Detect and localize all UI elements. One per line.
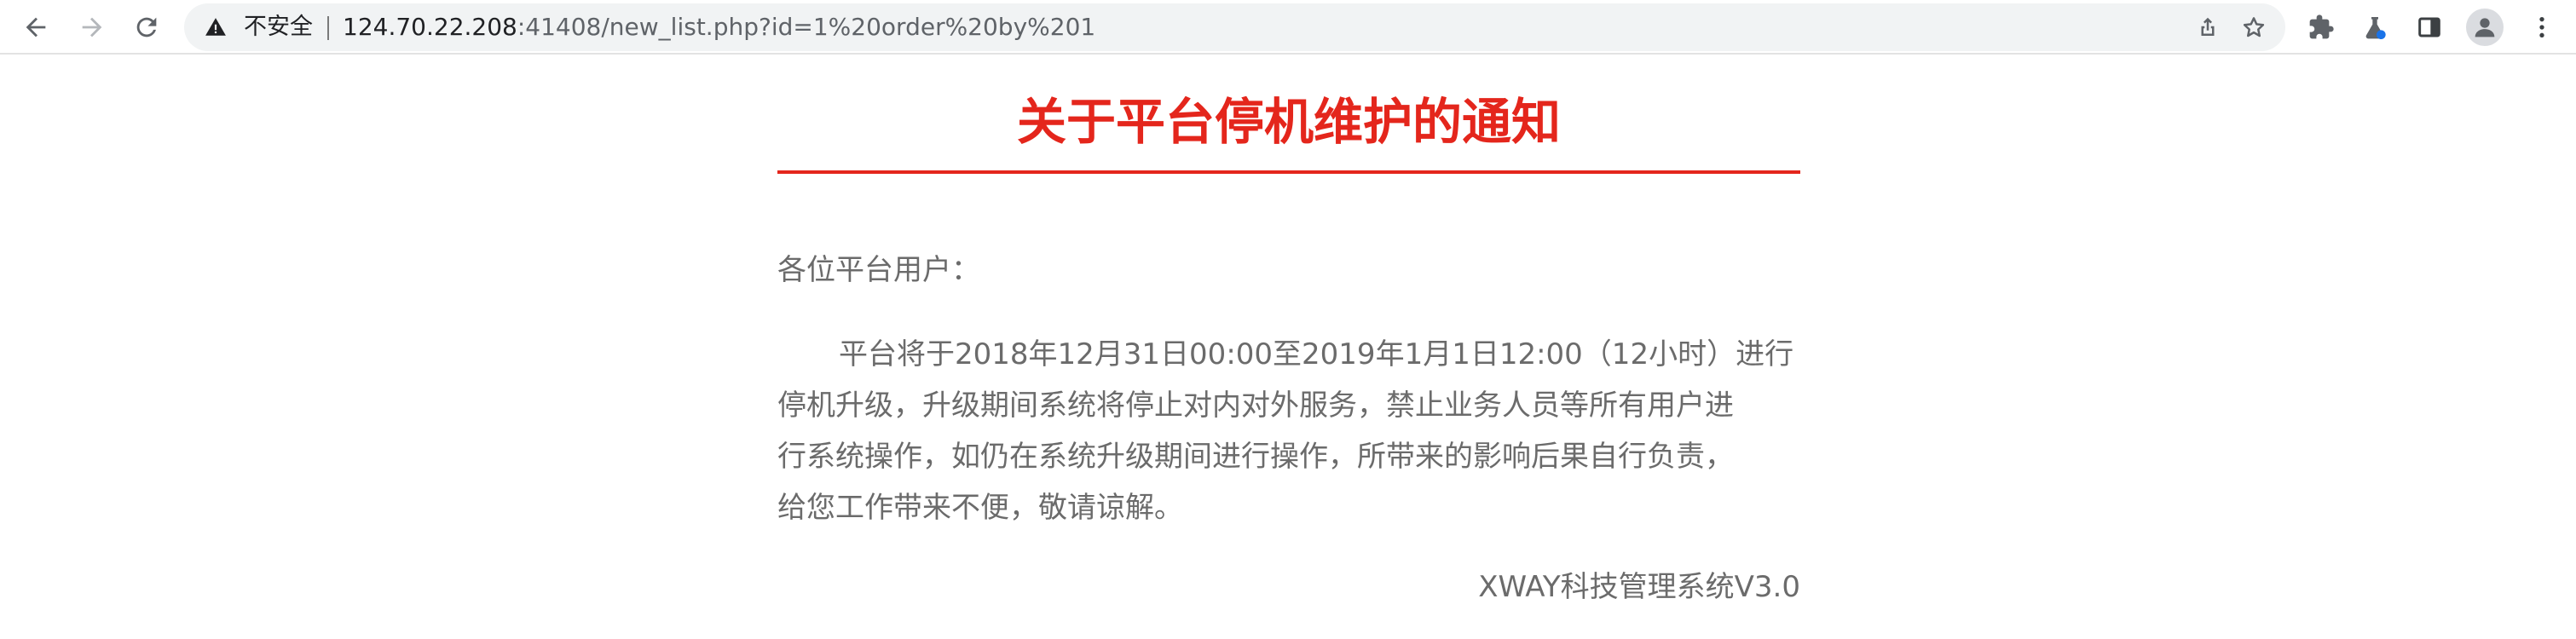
flask-icon bbox=[2365, 17, 2386, 39]
reload-button[interactable] bbox=[126, 7, 167, 48]
address-bar[interactable]: 不安全 124.70.22.208:41408/new_list.php?id=… bbox=[184, 3, 2285, 51]
reload-icon bbox=[136, 17, 157, 37]
warning-triangle-icon[interactable] bbox=[205, 16, 227, 38]
share-button[interactable] bbox=[2192, 12, 2223, 43]
notice-body-line: 给您工作带来不便，敬请谅解。 bbox=[777, 491, 1183, 525]
browser-menu-button[interactable] bbox=[2523, 9, 2561, 46]
title-divider bbox=[777, 170, 1800, 174]
back-button[interactable] bbox=[15, 7, 56, 48]
avatar-icon bbox=[2475, 18, 2495, 37]
bookmark-button[interactable] bbox=[2238, 12, 2269, 43]
side-panel-button[interactable] bbox=[2411, 9, 2448, 46]
share-icon bbox=[2201, 17, 2215, 36]
puzzle-icon bbox=[2309, 14, 2334, 39]
forward-button[interactable] bbox=[72, 7, 113, 48]
side-panel-icon bbox=[2418, 17, 2440, 37]
profile-button[interactable] bbox=[2466, 9, 2504, 46]
back-arrow-icon bbox=[26, 17, 46, 37]
page-title: 关于平台停机维护的通知 bbox=[1016, 93, 1561, 151]
notice-body-line: 行系统操作，如仍在系统升级期间进行操作，所带来的影响后果自行负责， bbox=[777, 440, 1734, 474]
url-host: 124.70.22.208 bbox=[343, 13, 517, 41]
browser-toolbar: 不安全 124.70.22.208:41408/new_list.php?id=… bbox=[0, 0, 2576, 55]
labs-button[interactable] bbox=[2356, 9, 2394, 46]
greeting-text: 各位平台用户： bbox=[777, 253, 980, 287]
kebab-menu-icon bbox=[2539, 17, 2544, 37]
url-text[interactable]: 124.70.22.208:41408/new_list.php?id=1%20… bbox=[343, 3, 1095, 51]
star-icon bbox=[2243, 17, 2265, 37]
address-divider bbox=[327, 16, 329, 40]
notice-body-line: 停机升级，升级期间系统将停止对内对外服务，禁止业务人员等所有用户进 bbox=[777, 389, 1734, 423]
signature-text: XWAY科技管理系统V3.0 bbox=[1478, 570, 1800, 604]
notice-body: 平台将于2018年12月31日00:00至2019年1月1日12:00（12小时… bbox=[777, 329, 1800, 533]
security-status-label[interactable]: 不安全 bbox=[244, 3, 313, 51]
extensions-button[interactable] bbox=[2302, 9, 2340, 46]
notice-body-line: 平台将于2018年12月31日00:00至2019年1月1日12:00（12小时… bbox=[839, 337, 1794, 371]
url-path: :41408/new_list.php?id=1%20order%20by%20… bbox=[517, 13, 1096, 41]
forward-arrow-icon bbox=[82, 17, 102, 37]
